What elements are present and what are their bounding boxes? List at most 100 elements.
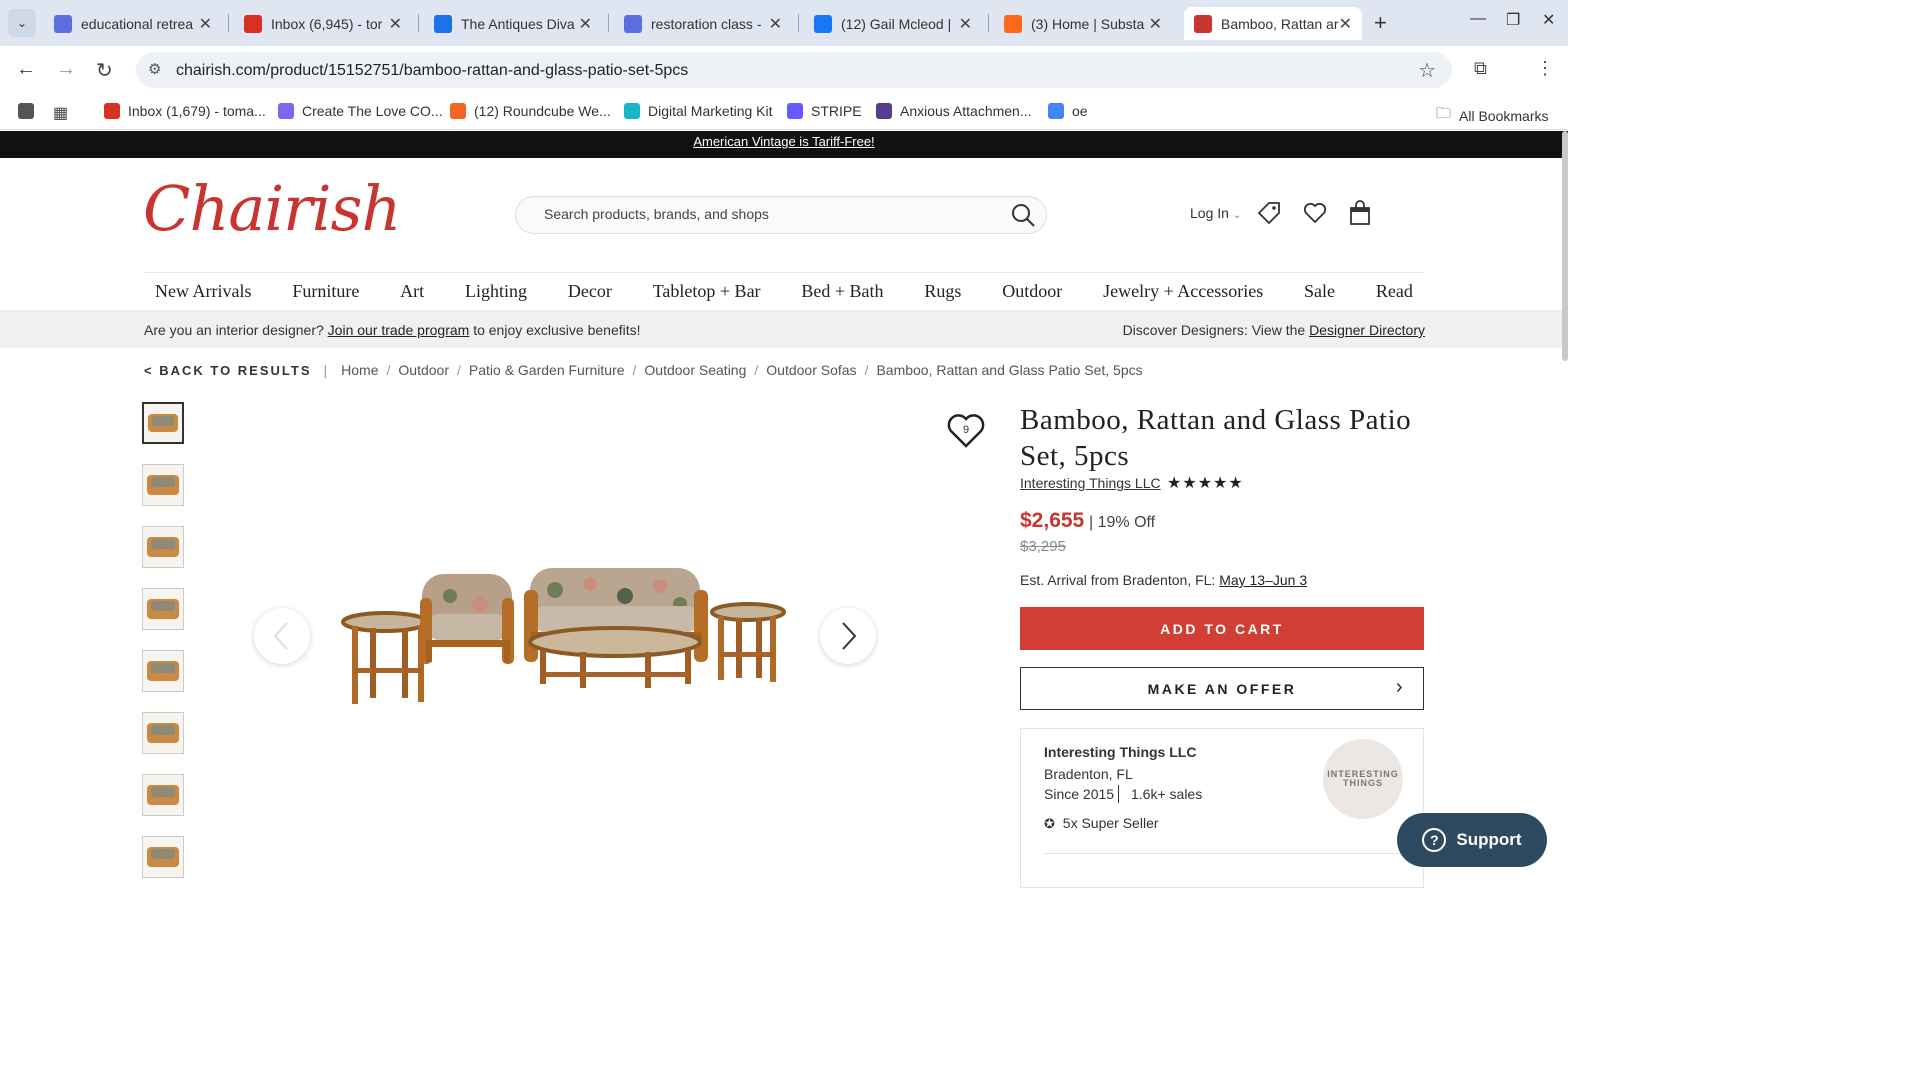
nav-item-lighting[interactable]: Lighting [465, 273, 527, 310]
close-tab-icon[interactable]: ✕ [1339, 14, 1352, 34]
bookmark-item[interactable]: STRIPE [787, 103, 862, 119]
breadcrumb-item[interactable]: Outdoor Seating [644, 362, 746, 378]
breadcrumb-item[interactable]: Home [341, 362, 378, 378]
bookmark-label: Anxious Attachmen... [900, 103, 1032, 119]
bookmark-item[interactable]: Anxious Attachmen... [876, 103, 1032, 119]
close-tab-icon[interactable]: ✕ [389, 14, 402, 34]
tab-search-button[interactable]: ⌄ [8, 9, 36, 37]
make-offer-label: MAKE AN OFFER [1147, 680, 1297, 697]
designer-directory-link[interactable]: Designer Directory [1309, 322, 1425, 338]
add-to-cart-button[interactable]: ADD TO CART [1020, 607, 1424, 650]
bookmark-item[interactable]: Inbox (1,679) - toma... [104, 103, 266, 119]
page-scrollbar[interactable] [1562, 131, 1568, 361]
seller-link[interactable]: Interesting Things LLC [1020, 475, 1161, 491]
super-seller-badge: ✪ 5x Super Seller [1044, 815, 1159, 832]
reload-icon[interactable]: ↻ [96, 58, 113, 83]
support-button[interactable]: ? Support [1397, 813, 1547, 867]
previous-image-button[interactable] [254, 608, 310, 664]
nav-item-rugs[interactable]: Rugs [924, 273, 961, 310]
next-image-button[interactable] [820, 608, 876, 664]
arrival-dates-link[interactable]: May 13–Jun 3 [1219, 572, 1307, 588]
browser-tab[interactable]: (12) Gail Mcleod | ✕ [804, 7, 982, 40]
seller-avatar[interactable]: INTERESTING THINGS [1323, 739, 1403, 819]
product-thumbnail[interactable] [142, 650, 184, 692]
breadcrumb-item[interactable]: Outdoor [398, 362, 449, 378]
nav-item-furniture[interactable]: Furniture [292, 273, 359, 310]
thumbnail-detail [151, 663, 175, 673]
chairish-logo[interactable]: Chairish [143, 172, 401, 245]
breadcrumb-item[interactable]: Outdoor Sofas [766, 362, 856, 378]
product-thumbnail[interactable] [142, 526, 184, 568]
close-window-button[interactable]: ✕ [1542, 10, 1555, 30]
browser-tab[interactable]: restoration class - ✕ [614, 7, 792, 40]
browser-tab[interactable]: educational retrea ✕ [44, 7, 222, 40]
bookmark-item[interactable]: Digital Marketing Kit [624, 103, 773, 119]
browser-tab[interactable]: The Antiques Diva ✕ [424, 7, 602, 40]
shopping-bag-icon[interactable] [1347, 200, 1373, 231]
new-tab-button[interactable]: + [1374, 10, 1387, 36]
seller-since: Since 2015 [1044, 786, 1115, 802]
make-offer-button[interactable]: MAKE AN OFFER › [1020, 667, 1424, 710]
browser-menu-icon[interactable]: ⋮ [1536, 58, 1554, 79]
product-thumbnail[interactable] [142, 402, 184, 444]
nav-item-decor[interactable]: Decor [568, 273, 612, 310]
search-icon[interactable] [1010, 202, 1036, 233]
bookmark-star-icon[interactable]: ☆ [1418, 58, 1436, 83]
apps-icon[interactable] [18, 103, 42, 119]
thumbnail-detail [151, 787, 175, 797]
bookmarks-bar: ▦ Inbox (1,679) - toma... Create The Love… [0, 94, 1568, 130]
breadcrumb-separator: / [864, 362, 869, 378]
minimize-button[interactable]: — [1470, 10, 1486, 28]
close-tab-icon[interactable]: ✕ [769, 14, 782, 34]
folder-icon: 🗀 [1436, 105, 1452, 122]
favorite-heart-button[interactable]: 9 [944, 408, 988, 452]
browser-tab[interactable]: (3) Home | Substa ✕ [994, 7, 1172, 40]
product-thumbnail[interactable] [142, 464, 184, 506]
login-menu[interactable]: Log In ⌄ [1190, 205, 1241, 221]
nav-item-tabletop-bar[interactable]: Tabletop + Bar [653, 273, 761, 310]
close-tab-icon[interactable]: ✕ [1149, 14, 1162, 34]
nav-item-new-arrivals[interactable]: New Arrivals [155, 273, 251, 310]
price-tag-icon[interactable] [1256, 200, 1282, 231]
breadcrumb-item[interactable]: Patio & Garden Furniture [469, 362, 625, 378]
back-arrow-icon[interactable]: ← [16, 58, 36, 81]
product-thumbnail[interactable] [142, 774, 184, 816]
product-thumbnail[interactable] [142, 712, 184, 754]
bookmark-label: STRIPE [811, 103, 862, 119]
nav-item-read[interactable]: Read [1376, 273, 1413, 310]
address-bar[interactable]: ⚙ chairish.com/product/15152751/bamboo-r… [136, 52, 1452, 88]
heart-icon[interactable] [1302, 200, 1328, 231]
close-tab-icon[interactable]: ✕ [579, 14, 592, 34]
promo-link[interactable]: American Vintage is Tariff-Free! [693, 134, 874, 149]
restore-button[interactable]: ❐ [1506, 10, 1520, 30]
back-to-results-link[interactable]: < BACK TO RESULTS [144, 363, 312, 378]
close-tab-icon[interactable]: ✕ [959, 14, 972, 34]
bookmark-item[interactable]: (12) Roundcube We... [450, 103, 611, 119]
nav-item-sale[interactable]: Sale [1304, 273, 1335, 310]
heart-icon: 9 [947, 414, 985, 448]
bookmark-item[interactable]: oe [1048, 103, 1088, 119]
product-thumbnail[interactable] [142, 836, 184, 878]
nav-item-outdoor[interactable]: Outdoor [1002, 273, 1062, 310]
tab-title: educational retrea [81, 15, 194, 32]
browser-tab[interactable]: Inbox (6,945) - tor ✕ [234, 7, 412, 40]
nav-item-bed-bath[interactable]: Bed + Bath [801, 273, 883, 310]
nav-item-art[interactable]: Art [400, 273, 424, 310]
trade-program-link[interactable]: Join our trade program [328, 322, 470, 338]
search-input[interactable] [544, 206, 984, 222]
close-tab-icon[interactable]: ✕ [199, 14, 212, 34]
extensions-icon[interactable]: ⧉ [1474, 58, 1487, 79]
product-main-image[interactable] [340, 560, 790, 710]
browser-tab[interactable]: Bamboo, Rattan ar ✕ [1184, 7, 1362, 40]
url-text[interactable]: chairish.com/product/15152751/bamboo-rat… [176, 62, 688, 80]
all-bookmarks-folder[interactable]: 🗀 All Bookmarks [1436, 103, 1548, 128]
seller-name[interactable]: Interesting Things LLC [1044, 744, 1196, 760]
thumbnail-detail [151, 539, 175, 549]
forward-arrow-icon[interactable]: → [56, 58, 76, 81]
nav-item-jewelry-accessories[interactable]: Jewelry + Accessories [1103, 273, 1263, 310]
product-thumbnail[interactable] [142, 588, 184, 630]
bookmark-item[interactable]: Create The Love CO... [278, 103, 443, 119]
site-info-icon[interactable]: ⚙ [148, 60, 161, 78]
grid-icon[interactable]: ▦ [53, 103, 68, 123]
breadcrumb-item: Bamboo, Rattan and Glass Patio Set, 5pcs [876, 362, 1143, 378]
